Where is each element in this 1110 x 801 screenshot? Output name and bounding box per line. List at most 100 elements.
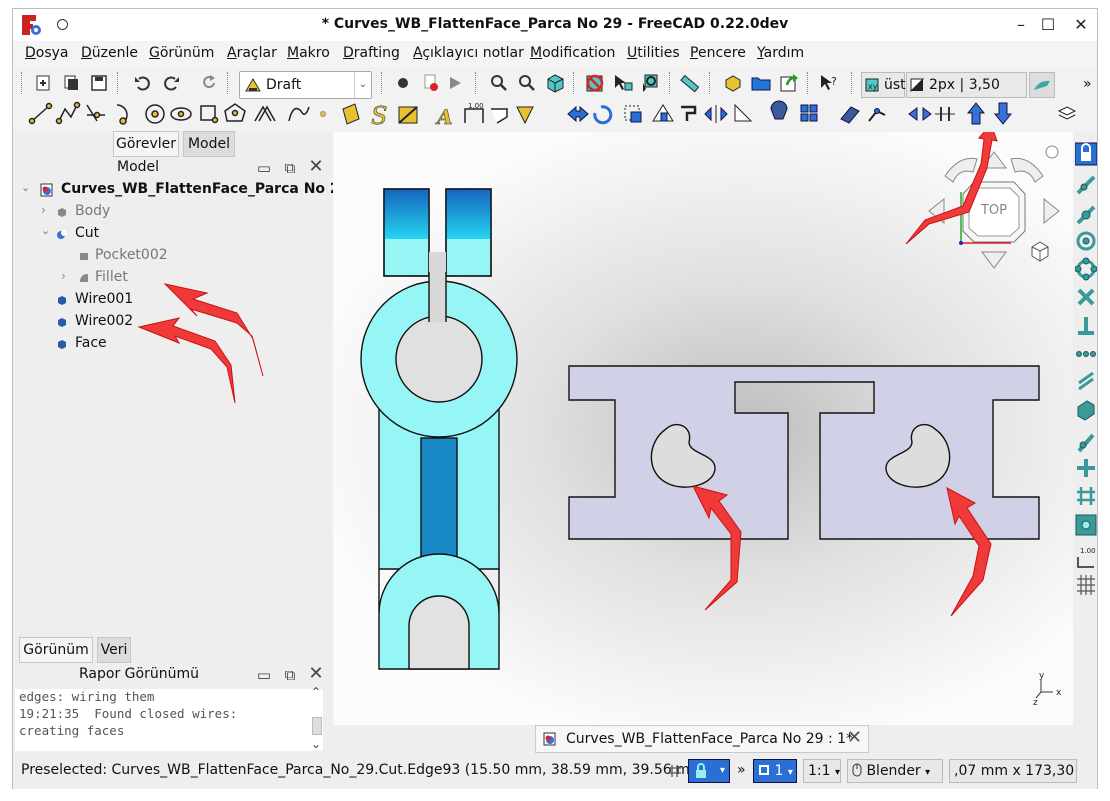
svg-text:1.00: 1.00 (1080, 547, 1096, 555)
viewport-canvas: TOP y x z (360, 132, 1062, 708)
navigation-style-value: Blender (866, 763, 921, 779)
construction-mode-icon[interactable] (1029, 72, 1055, 98)
record-macro-icon[interactable] (391, 71, 415, 95)
status-bar: Preselected: Curves_WB_FlattenFace_Parca… (13, 757, 1097, 789)
dimensions-value: ,07 mm x 173,30 ı (954, 763, 1077, 779)
fit-selection-icon[interactable] (515, 71, 539, 95)
style-button[interactable]: 2px | 3,50 mm (906, 72, 1027, 117)
menu-dosya[interactable]: Dosya (25, 45, 69, 61)
separator (475, 72, 476, 94)
isometric-view-icon[interactable] (543, 71, 567, 95)
working-plane-label: üst (884, 77, 906, 93)
select-cursor-icon[interactable] (611, 71, 635, 95)
menu-utilities[interactable]: Utilities (627, 45, 680, 61)
report-line: edges: wiring them (19, 689, 155, 704)
menu-modification[interactable]: Modification (530, 45, 615, 61)
tab-gorunum[interactable]: Görünüm (19, 637, 93, 663)
menu-makro[interactable]: Makro (287, 45, 330, 61)
chevron-down-icon: ⌄ (354, 72, 371, 98)
annotation-arrow-wire002 (137, 317, 236, 404)
create-part-icon[interactable] (721, 71, 745, 95)
page-selector[interactable]: 1 ▾ (753, 759, 797, 783)
maximize-button[interactable]: ☐ (1035, 12, 1061, 38)
axis-indicator (1035, 680, 1053, 699)
measure-ruler-icon[interactable] (677, 71, 701, 95)
create-group-icon[interactable] (749, 71, 773, 95)
separator (669, 72, 670, 94)
redo-icon[interactable] (159, 71, 183, 95)
grid-snap-icon[interactable] (668, 764, 682, 778)
chevron-down-icon[interactable]: ⌄ (311, 737, 321, 751)
cursor-cube-icon[interactable] (639, 71, 663, 95)
line-style-icon (910, 78, 924, 92)
window-title: * Curves_WB_FlattenFace_Parca No 29 - Fr… (321, 16, 789, 32)
separator (381, 72, 382, 94)
close-button[interactable]: ✕ (1068, 12, 1094, 38)
page-icon (759, 765, 769, 775)
selection-filter-icon[interactable] (583, 71, 607, 95)
statusbar-overflow[interactable]: » (737, 762, 746, 778)
document-tab-label: Curves_WB_FlattenFace_Parca No 29 : 1* (566, 731, 854, 747)
dock-float-icon[interactable]: ▭ (255, 666, 273, 684)
separator (227, 72, 228, 94)
lock-icon (696, 763, 706, 778)
menu-aciklayici-notlar[interactable]: Açıklayıcı notlar (413, 45, 524, 61)
execute-macro-icon[interactable] (443, 71, 467, 95)
title-bar: * Curves_WB_FlattenFace_Parca No 29 - Fr… (13, 9, 1097, 41)
dock-close-icon[interactable]: ✕ (307, 665, 325, 683)
navcube-face-label: TOP (980, 203, 1007, 218)
working-plane-button[interactable]: xy üst (861, 72, 906, 98)
move-down-icon[interactable] (988, 103, 1012, 127)
tab-veri[interactable]: Veri (97, 637, 131, 663)
page-number: 1 (774, 763, 784, 779)
close-tab-icon[interactable]: ✕ (847, 727, 862, 748)
create-link-icon[interactable] (777, 71, 801, 95)
save-icon[interactable] (87, 71, 111, 95)
snap-lock-button[interactable]: ▾ (688, 759, 730, 783)
toolbar-overflow-button[interactable]: » (1083, 76, 1092, 92)
separator (851, 72, 852, 94)
3d-viewport[interactable]: TOP y x z (333, 132, 1073, 725)
workbench-selector[interactable]: Draft ⌄ (239, 71, 372, 99)
layers-icon[interactable] (1055, 103, 1079, 127)
scale-selector[interactable]: 1:1 ▾ (803, 759, 841, 783)
freecad-window: * Curves_WB_FlattenFace_Parca No 29 - Fr… (12, 8, 1098, 789)
chevron-up-icon[interactable]: ⌃ (311, 685, 321, 699)
menu-drafting[interactable]: Drafting (343, 45, 400, 61)
open-document-icon[interactable] (59, 71, 83, 95)
menu-yardim[interactable]: Yardım (757, 45, 804, 61)
menu-pencere[interactable]: Pencere (690, 45, 746, 61)
annotation-arrows-tree (137, 283, 264, 404)
undo-icon[interactable] (131, 71, 155, 95)
stop-macro-icon[interactable] (419, 71, 443, 95)
toolbar-grip (21, 72, 22, 94)
working-plane-icon: xy (865, 78, 879, 92)
menu-araclar[interactable]: Araçlar (227, 45, 277, 61)
report-scrollbar[interactable]: ⌃ ⌄ (311, 685, 323, 751)
cyan-part (360, 188, 518, 670)
document-icon (543, 732, 556, 746)
move-up-icon[interactable] (958, 103, 982, 127)
toolbar-row-2: S A 1.00 (13, 99, 1097, 131)
report-line: creating faces (19, 723, 125, 738)
fit-all-icon[interactable] (487, 71, 511, 95)
separator (709, 72, 710, 94)
axis-y-label: y (1039, 671, 1045, 681)
svg-text:1.00: 1.00 (468, 102, 484, 110)
scrollbar-thumb[interactable] (312, 717, 322, 735)
dock-detach-icon[interactable]: ⧉ (281, 666, 299, 684)
mouse-icon (852, 763, 862, 777)
axis-x-label: x (1056, 688, 1062, 698)
new-document-icon[interactable] (31, 71, 55, 95)
snap-tools-strip: 1.00 (1074, 142, 1098, 595)
menu-gorunum[interactable]: Görünüm (149, 45, 214, 61)
navigation-style-selector[interactable]: Blender ▾ (847, 759, 943, 783)
whats-this-icon[interactable]: ? (817, 71, 841, 95)
document-tab[interactable]: Curves_WB_FlattenFace_Parca No 29 : 1* ✕ (535, 725, 869, 753)
combo-view-panel: Görevler Model Model ▭ ⧉ ✕ ⌄ Curves_WB_F… (15, 131, 349, 663)
minimize-button[interactable]: – (1008, 12, 1034, 38)
menu-duzenle[interactable]: Düzenle (81, 45, 138, 61)
refresh-icon[interactable] (197, 71, 221, 95)
report-view: edges: wiring them 19:21:35 Found closed… (15, 689, 323, 751)
report-view-title: Rapor Görünümü (79, 666, 199, 682)
